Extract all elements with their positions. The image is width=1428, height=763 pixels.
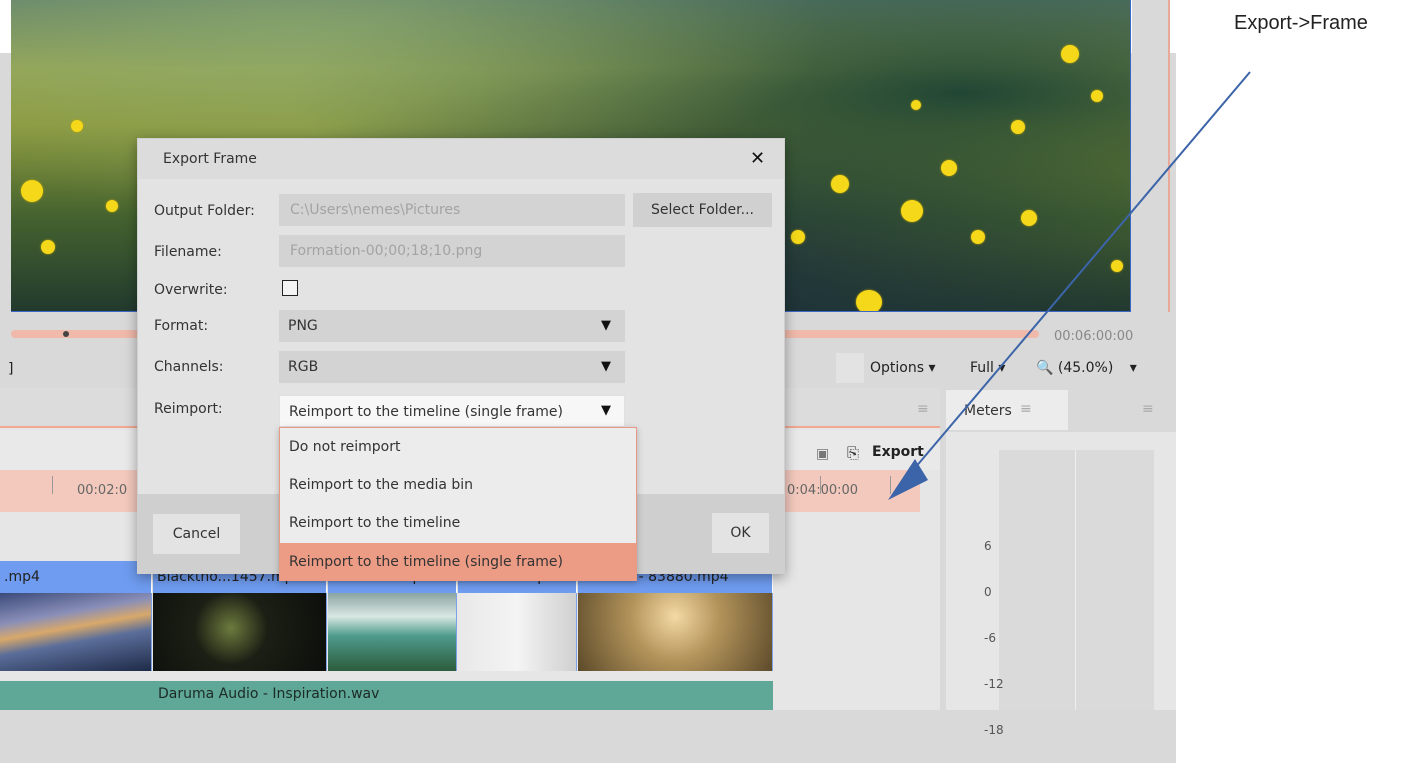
ruler-tick — [890, 476, 891, 494]
audio-meter — [998, 450, 1154, 710]
zoom-level: (45.0%) — [1057, 360, 1114, 376]
ruler-time: 00:02:0 — [77, 483, 128, 498]
clip-thumbnail — [328, 593, 457, 671]
format-label: Format: — [154, 318, 209, 334]
chevron-down-icon[interactable]: ▼ — [601, 403, 611, 418]
filename-label: Filename: — [154, 244, 222, 260]
export-icon[interactable]: ⎘ — [847, 444, 859, 462]
ruler-time: 0:04:00:00 — [787, 483, 859, 498]
menu-icon[interactable]: ≡ — [1020, 401, 1032, 417]
meter-tick: -12 — [984, 677, 1004, 691]
overwrite-checkbox[interactable] — [282, 280, 298, 296]
annotation-label: Export->Frame — [1234, 12, 1368, 34]
ok-button[interactable]: OK — [712, 513, 769, 553]
zoom-dropdown[interactable]: 🔍 (45.0%) ▾ — [1036, 360, 1137, 376]
reimport-option[interactable]: Reimport to the timeline — [280, 504, 636, 542]
search-icon: 🔍 — [1036, 360, 1054, 376]
clip-thumbnail — [458, 593, 577, 671]
meter-divider — [1075, 450, 1076, 710]
resolution-dropdown[interactable]: Full ▾ — [970, 360, 1005, 376]
scrubber-handle[interactable] — [63, 331, 69, 337]
chevron-down-icon[interactable]: ▼ — [601, 318, 611, 333]
filename-field[interactable]: Formation-00;00;18;10.png — [279, 235, 625, 267]
reimport-option[interactable]: Do not reimport — [280, 428, 636, 466]
close-icon[interactable]: ✕ — [750, 148, 765, 169]
ruler-tick — [820, 476, 821, 494]
audio-clip[interactable] — [0, 681, 773, 710]
overwrite-label: Overwrite: — [154, 282, 228, 298]
meter-tick: -18 — [984, 723, 1004, 737]
menu-icon[interactable]: ≡ — [1142, 401, 1154, 417]
output-folder-label: Output Folder: — [154, 203, 255, 219]
export-button[interactable]: Export — [872, 444, 924, 460]
preview-side-panel — [1132, 0, 1168, 318]
channels-label: Channels: — [154, 359, 224, 375]
clip-thumbnail — [0, 593, 152, 671]
meter-tick: -6 — [984, 631, 996, 645]
preview-border — [1168, 0, 1170, 312]
reimport-label: Reimport: — [154, 401, 223, 417]
meter-tick: 0 — [984, 585, 992, 599]
end-timecode: 00:06:00:00 — [1054, 329, 1134, 344]
cancel-button[interactable]: Cancel — [153, 514, 240, 554]
channels-select[interactable]: RGB — [279, 351, 625, 383]
audio-clip-label: Daruma Audio - Inspiration.wav — [158, 686, 380, 702]
clip-thumbnail — [578, 593, 773, 671]
marker-icon[interactable]: ] — [8, 361, 13, 377]
menu-icon[interactable]: ≡ — [917, 401, 929, 417]
chevron-down-icon[interactable]: ▼ — [601, 359, 611, 374]
format-select[interactable]: PNG — [279, 310, 625, 342]
select-folder-button[interactable]: Select Folder... — [633, 193, 772, 227]
reimport-option-selected[interactable]: Reimport to the timeline (single frame) — [280, 543, 636, 581]
reimport-option[interactable]: Reimport to the media bin — [280, 466, 636, 504]
options-dropdown[interactable]: Options ▾ — [870, 360, 936, 376]
chevron-down-icon: ▾ — [1129, 360, 1137, 376]
meters-tab-label: Meters — [964, 403, 1012, 419]
database-icon[interactable]: ▣ — [816, 446, 829, 462]
clip-title[interactable]: .mp4 — [0, 561, 152, 593]
reimport-select[interactable]: Reimport to the timeline (single frame) — [279, 395, 625, 427]
grid-icon[interactable] — [836, 353, 864, 383]
ruler-tick — [52, 476, 53, 494]
meter-tick: 6 — [984, 539, 992, 553]
dialog-title: Export Frame — [163, 151, 257, 167]
clip-thumbnail — [153, 593, 327, 671]
output-folder-field[interactable]: C:\Users\nemes\Pictures — [279, 194, 625, 226]
